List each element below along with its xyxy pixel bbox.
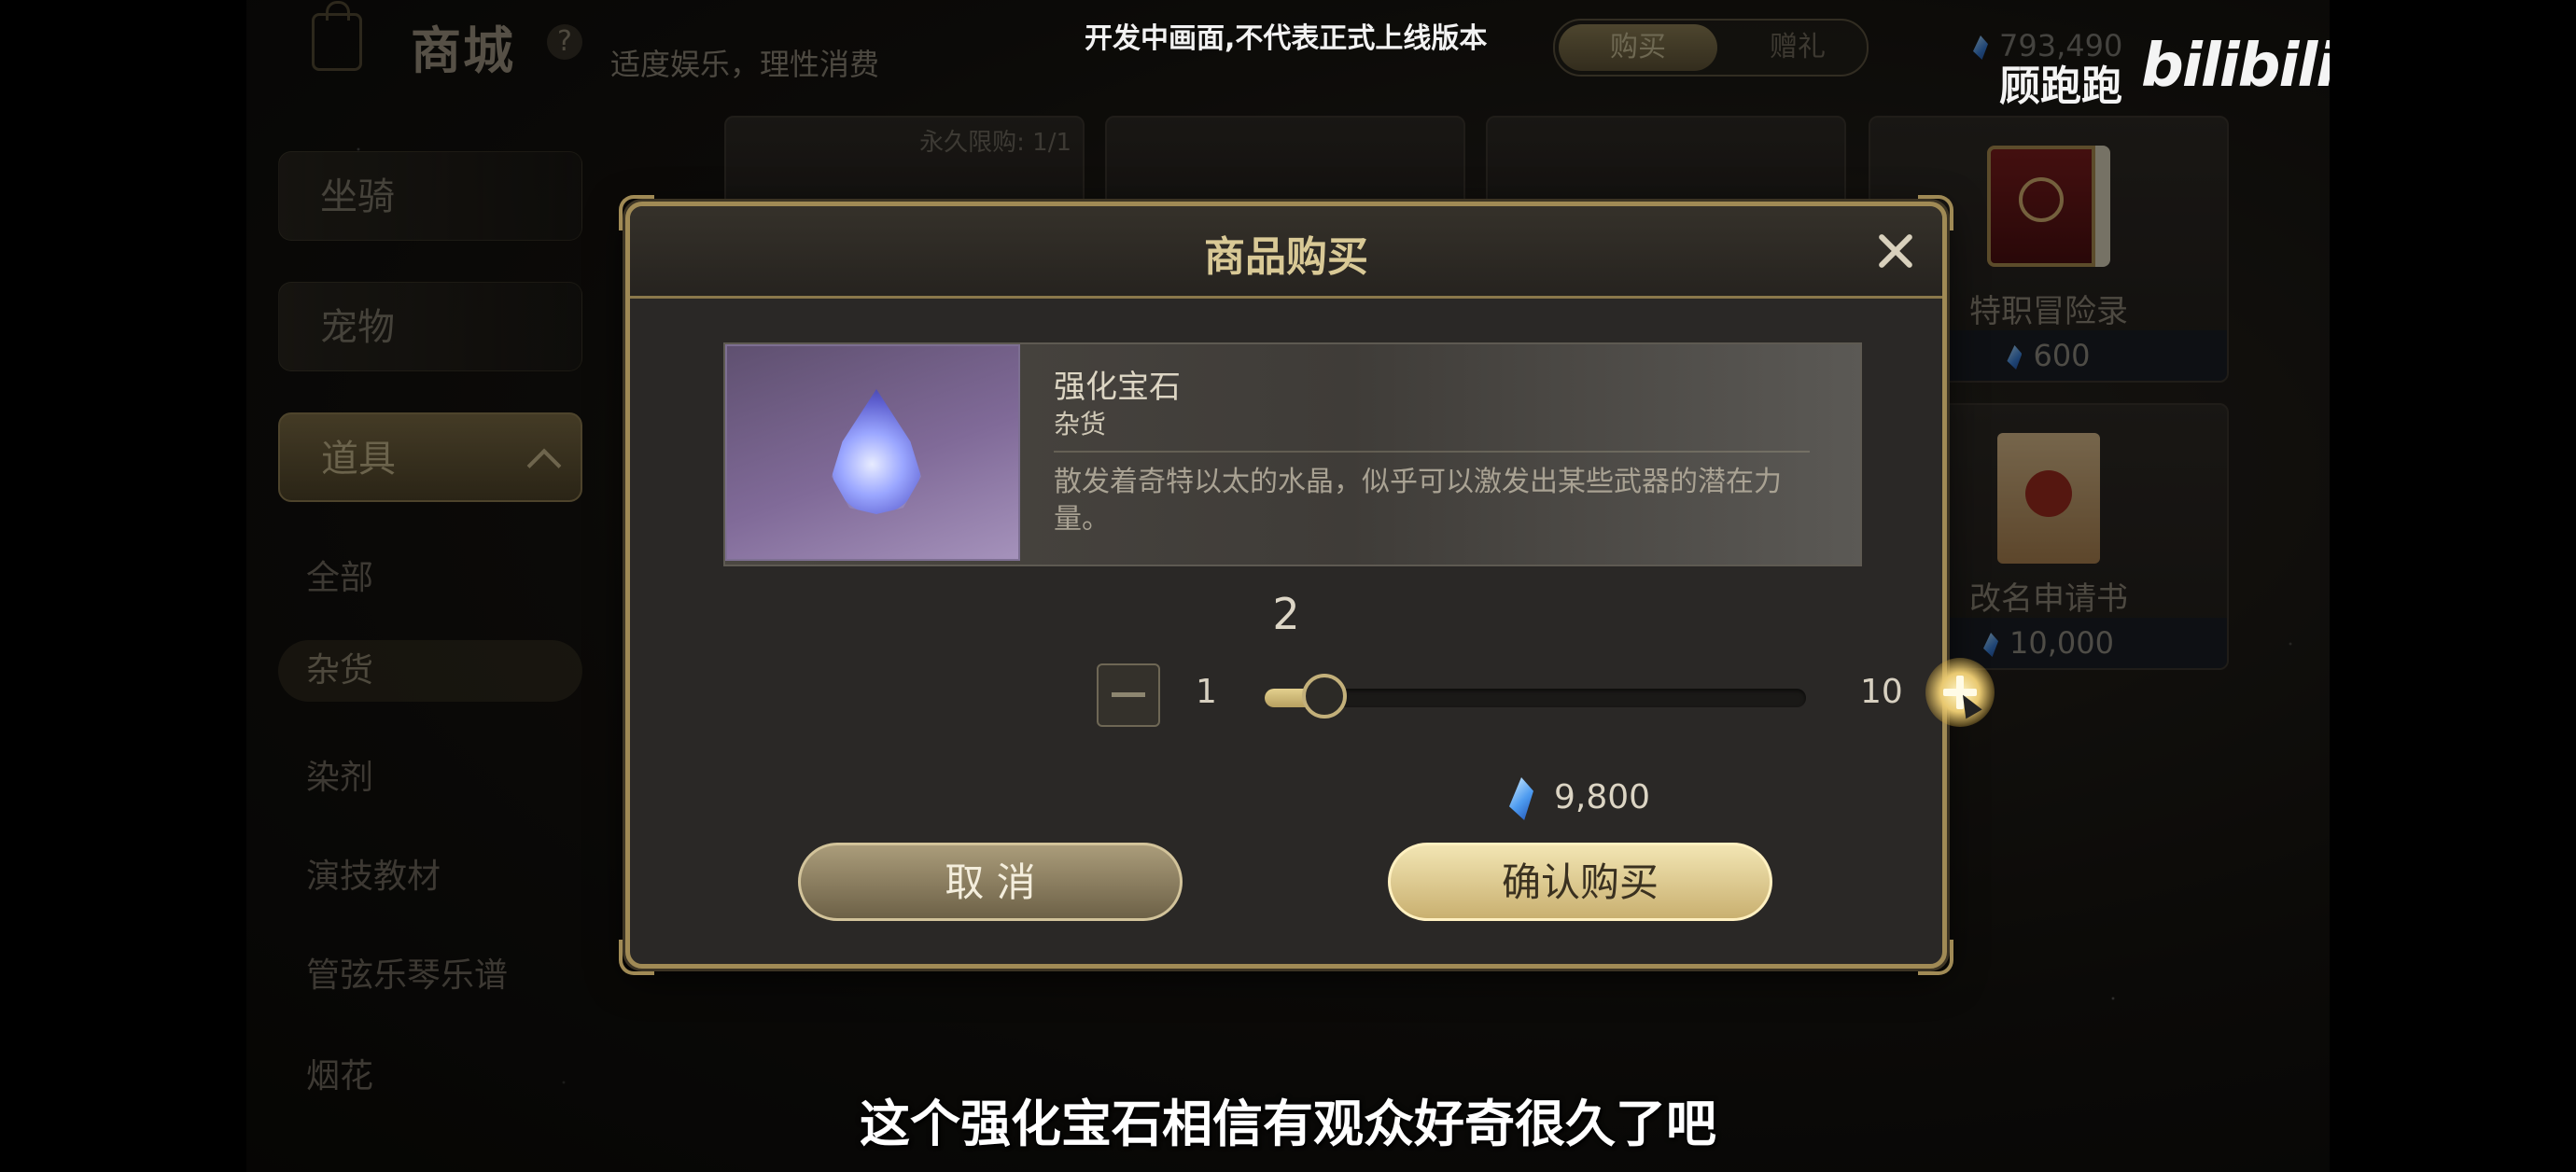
increase-quantity-button[interactable]	[1925, 658, 1995, 727]
game-screen: 商城 ? 适度娱乐，理性消费 购买 赠礼 793,490 坐骑 宠物 道具 全部…	[246, 0, 2330, 1172]
quantity-slider[interactable]	[1265, 674, 1806, 719]
uploader-name: 顾跑跑	[1999, 63, 2122, 110]
video-subtitle: 这个强化宝石相信有观众好奇很久了吧	[860, 1095, 1716, 1153]
enhancement-gem-icon	[832, 389, 921, 514]
bilibili-logo: bilibili	[2141, 32, 2330, 101]
confirm-purchase-button[interactable]: 确认购买	[1388, 843, 1772, 921]
dev-build-notice: 开发中画面,不代表正式上线版本	[1085, 22, 1488, 55]
item-description: 散发着奇特以太的水晶，似乎可以激发出某些武器的潜在力量。	[1054, 466, 1782, 536]
item-info-panel: 强化宝石 杂货 散发着奇特以太的水晶，似乎可以激发出某些武器的潜在力量。	[723, 342, 1862, 566]
decrease-quantity-button[interactable]	[1097, 663, 1160, 727]
dialog-header: 商品购买	[630, 206, 1942, 299]
dialog-title: 商品购买	[1204, 233, 1368, 281]
item-category: 杂货	[1054, 409, 1107, 440]
quantity-value: 2	[1272, 589, 1300, 639]
item-thumbnail	[725, 344, 1020, 561]
cancel-button[interactable]: 取 消	[798, 843, 1183, 921]
close-icon[interactable]	[1868, 223, 1924, 279]
divider	[1054, 451, 1810, 453]
total-price-value: 9,800	[1554, 778, 1651, 816]
ornament-corner	[1918, 940, 1953, 975]
quantity-min-label: 1	[1196, 673, 1217, 711]
ornament-corner	[619, 940, 654, 975]
total-price: 9,800	[1509, 777, 1650, 820]
slider-handle[interactable]	[1301, 674, 1347, 719]
crystal-currency-icon	[1509, 777, 1533, 820]
quantity-max-label: 10	[1860, 673, 1903, 711]
item-name: 强化宝石	[1054, 369, 1181, 406]
purchase-dialog: 商品购买 强化宝石 杂货 散发着奇特以太的水晶，似乎可以激发出某些武器的潜在力量…	[619, 195, 1995, 975]
